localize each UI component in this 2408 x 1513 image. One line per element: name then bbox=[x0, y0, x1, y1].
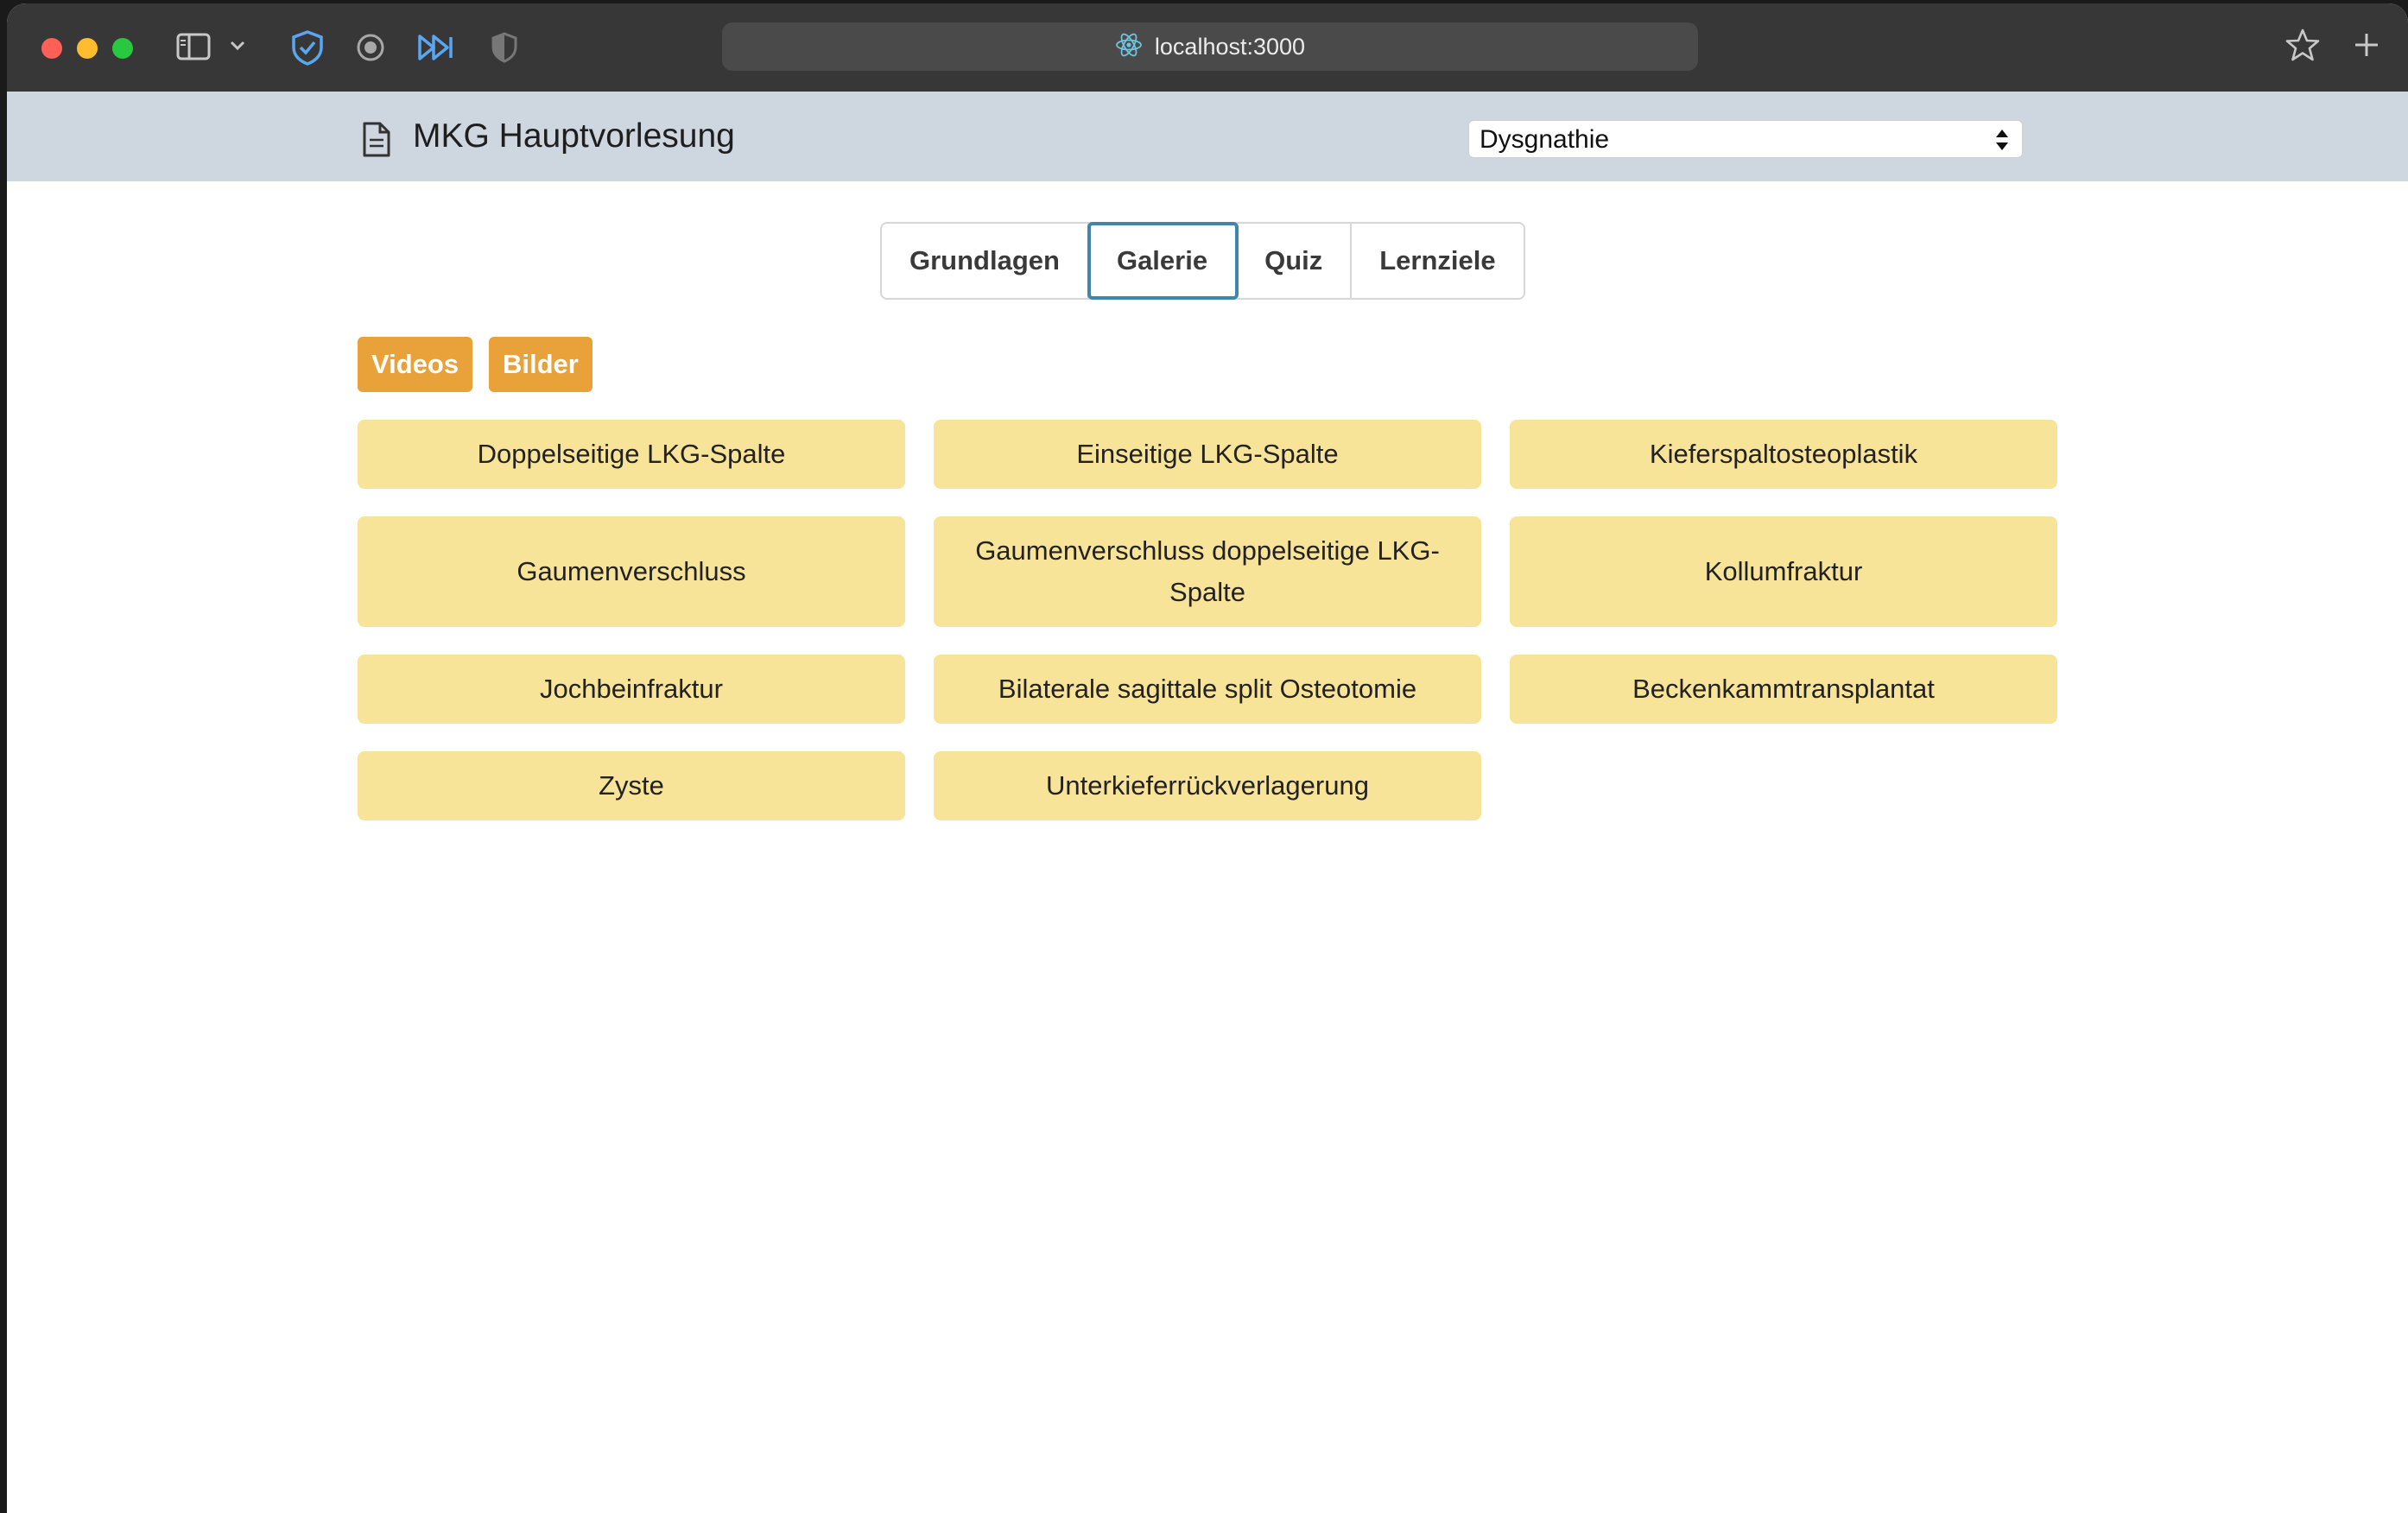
privacy-shield-icon[interactable] bbox=[491, 31, 518, 64]
gallery-item-gaumenverschluss-doppelseitige[interactable]: Gaumenverschluss doppelseitige LKG-Spalt… bbox=[934, 516, 1481, 627]
sidebar-toggle-icon[interactable] bbox=[176, 33, 211, 60]
app-header: MKG Hauptvorlesung Dysgnathie bbox=[7, 92, 2408, 181]
react-icon bbox=[1115, 31, 1143, 63]
zoom-window-button[interactable] bbox=[112, 38, 133, 59]
minimize-window-button[interactable] bbox=[77, 38, 98, 59]
videos-button[interactable]: Videos bbox=[358, 337, 473, 392]
app-title: MKG Hauptvorlesung bbox=[413, 117, 735, 155]
browser-toolbar: localhost:3000 bbox=[7, 3, 2408, 93]
tab-galerie[interactable]: Galerie bbox=[1087, 222, 1239, 300]
tab-grundlagen[interactable]: Grundlagen bbox=[882, 224, 1089, 298]
bilder-button[interactable]: Bilder bbox=[489, 337, 592, 392]
tab-lernziele[interactable]: Lernziele bbox=[1352, 224, 1523, 298]
topic-select-value: Dysgnathie bbox=[1480, 125, 1610, 154]
browser-window: localhost:3000 MKG Hauptvorlesung Dysgna… bbox=[7, 3, 2408, 1513]
gallery-item-gaumenverschluss[interactable]: Gaumenverschluss bbox=[358, 516, 905, 627]
new-tab-icon[interactable] bbox=[2353, 31, 2380, 59]
url-bar[interactable]: localhost:3000 bbox=[722, 22, 1698, 71]
gallery-grid: Doppelseitige LKG-Spalte Einseitige LKG-… bbox=[358, 420, 2057, 820]
star-icon[interactable] bbox=[2285, 28, 2320, 62]
gallery-item-unterkieferrueckverlagerung[interactable]: Unterkieferrückverlagerung bbox=[934, 751, 1481, 820]
fast-forward-icon[interactable] bbox=[416, 33, 454, 62]
tab-quiz[interactable]: Quiz bbox=[1237, 224, 1353, 298]
gallery-item-kollumfraktur[interactable]: Kollumfraktur bbox=[1510, 516, 2057, 627]
document-icon bbox=[359, 121, 394, 163]
main-tabs: Grundlagen Galerie Quiz Lernziele bbox=[880, 222, 1525, 300]
gallery-item-beckenkammtransplantat[interactable]: Beckenkammtransplantat bbox=[1510, 655, 2057, 724]
record-icon[interactable] bbox=[356, 33, 385, 62]
chevron-down-icon[interactable] bbox=[230, 40, 245, 52]
close-window-button[interactable] bbox=[41, 38, 62, 59]
select-arrows-icon bbox=[1994, 128, 2010, 156]
gallery-item-jochbeinfraktur[interactable]: Jochbeinfraktur bbox=[358, 655, 905, 724]
gallery-item-bilaterale-sagittale-split-osteotomie[interactable]: Bilaterale sagittale split Osteotomie bbox=[934, 655, 1481, 724]
gallery-item-zyste[interactable]: Zyste bbox=[358, 751, 905, 820]
url-text: localhost:3000 bbox=[1154, 33, 1306, 60]
gallery-item-einseitige-lkg-spalte[interactable]: Einseitige LKG-Spalte bbox=[934, 420, 1481, 489]
topic-select[interactable]: Dysgnathie bbox=[1468, 120, 2023, 158]
gallery-item-doppelseitige-lkg-spalte[interactable]: Doppelseitige LKG-Spalte bbox=[358, 420, 905, 489]
shield-check-icon[interactable] bbox=[290, 29, 325, 66]
gallery-item-kieferspaltosteoplastik[interactable]: Kieferspaltosteoplastik bbox=[1510, 420, 2057, 489]
